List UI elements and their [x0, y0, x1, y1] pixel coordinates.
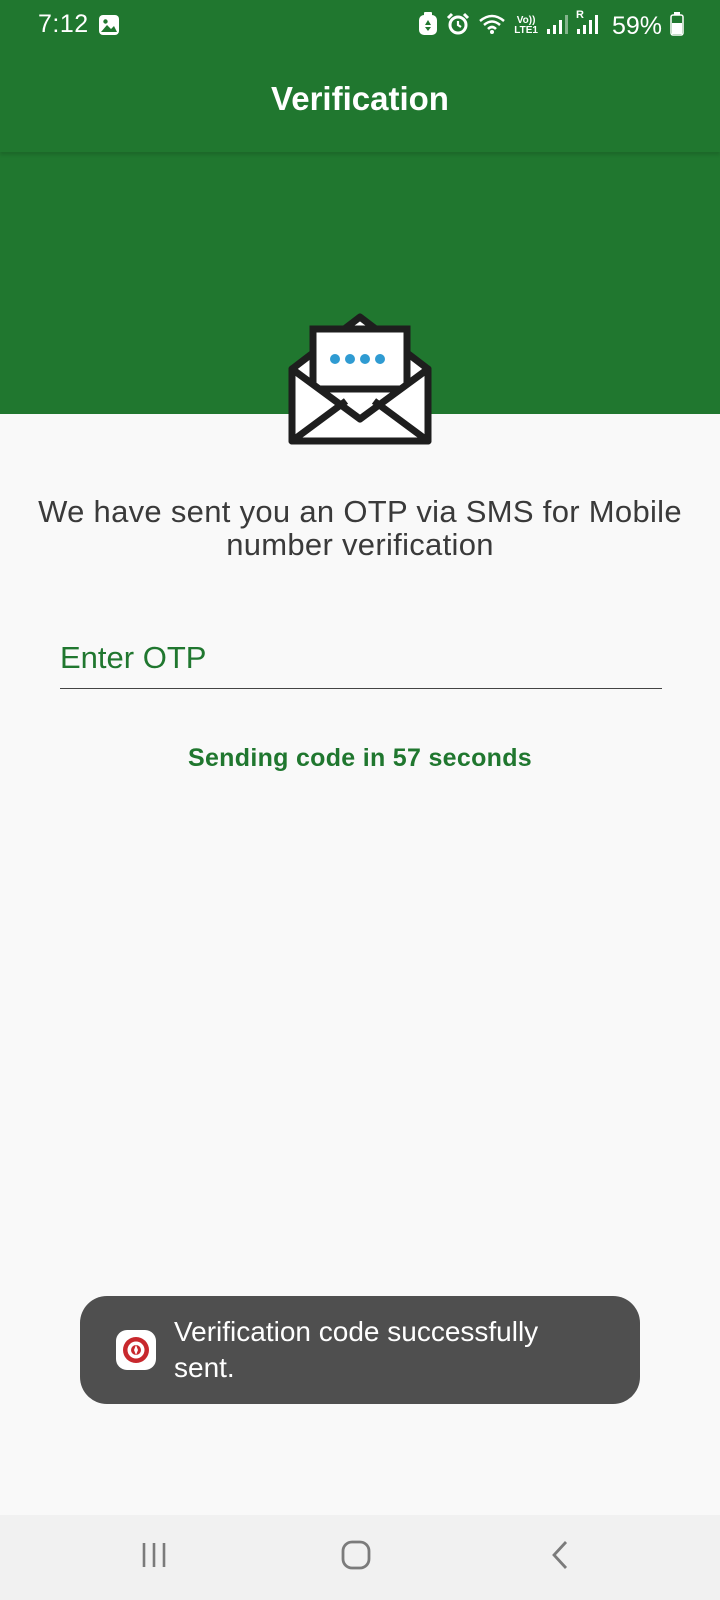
toast-message: Verification code successfully sent.	[174, 1316, 539, 1383]
envelope-icon	[288, 313, 432, 450]
page-title: Verification	[271, 80, 449, 117]
toast-notification: Verification code successfully sent.	[80, 1296, 640, 1404]
app-bar: Verification	[0, 52, 720, 152]
resend-countdown: Sending code in 57 seconds	[188, 744, 532, 772]
signal-roaming-icon: R	[576, 9, 600, 40]
signal-icon	[546, 13, 568, 40]
back-icon[interactable]	[542, 1537, 578, 1578]
recent-apps-icon[interactable]	[136, 1537, 172, 1578]
wifi-icon	[478, 13, 506, 40]
home-icon[interactable]	[338, 1537, 374, 1578]
battery-percent: 59%	[611, 11, 662, 40]
gallery-icon	[98, 14, 120, 41]
sim2-label: R	[575, 8, 584, 21]
status-time: 7:12	[38, 10, 89, 38]
otp-input[interactable]	[60, 636, 662, 689]
app-logo-icon	[116, 1330, 156, 1370]
status-bar: 7:12 Vo)) LTE1 R 59%	[0, 0, 720, 52]
battery-icon	[670, 11, 684, 41]
network-type-bottom: LTE1	[514, 25, 538, 36]
recycle-icon	[418, 11, 438, 41]
otp-field-container	[60, 636, 662, 689]
otp-sent-message: We have sent you an OTP via SMS for Mobi…	[38, 494, 682, 562]
alarm-icon	[446, 12, 470, 41]
network-type: Vo)) LTE1	[514, 16, 538, 36]
status-icons: Vo)) LTE1 R 59%	[418, 9, 684, 42]
navigation-bar	[0, 1515, 720, 1600]
